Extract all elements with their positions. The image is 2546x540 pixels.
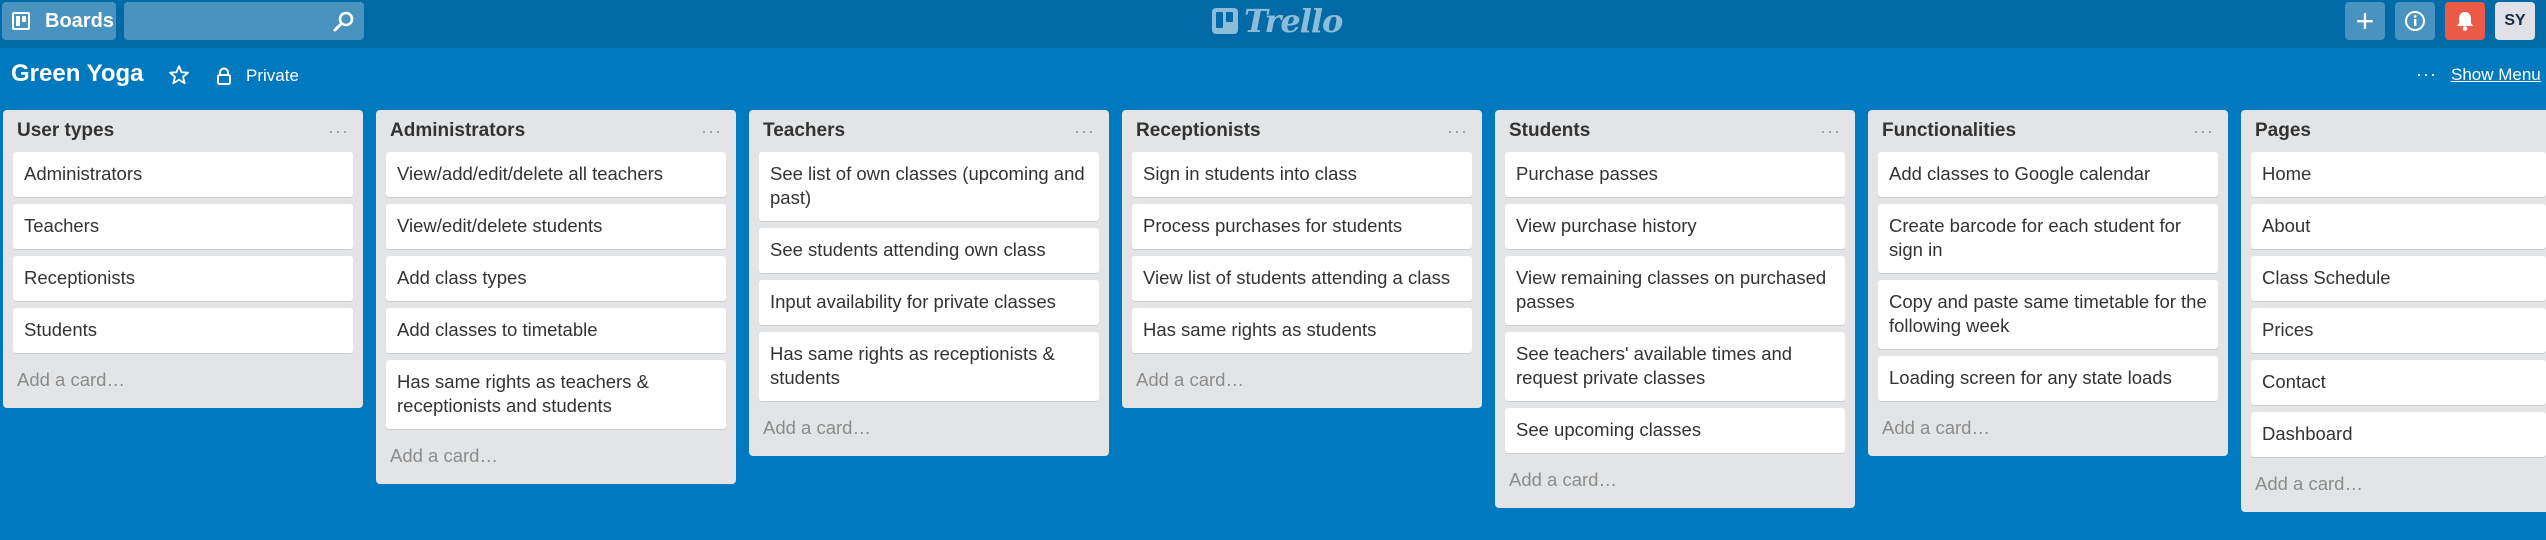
card[interactable]: Administrators [13, 152, 353, 197]
lock-icon [217, 67, 231, 85]
list-administrators: Administrators ··· View/add/edit/delete … [376, 110, 736, 484]
list-header[interactable]: Students ··· [1505, 110, 1845, 152]
card[interactable]: Contact [2251, 360, 2546, 405]
board-title[interactable]: Green Yoga [11, 60, 144, 88]
card[interactable]: Add class types [386, 256, 726, 301]
card[interactable]: See list of own classes (upcoming and pa… [759, 152, 1099, 221]
more-icon: ··· [2416, 64, 2437, 84]
list-students: Students ··· Purchase passes View purcha… [1495, 110, 1855, 508]
card[interactable]: View remaining classes on purchased pass… [1505, 256, 1845, 325]
card[interactable]: Sign in students into class [1132, 152, 1472, 197]
star-icon[interactable] [168, 64, 190, 86]
card[interactable]: View purchase history [1505, 204, 1845, 249]
card[interactable]: Receptionists [13, 256, 353, 301]
list-title[interactable]: User types [17, 120, 114, 142]
trello-logo-text: Trello [1244, 2, 1343, 40]
list-receptionists: Receptionists ··· Sign in students into … [1122, 110, 1482, 408]
avatar[interactable]: SY [2495, 2, 2535, 40]
card[interactable]: View list of students attending a class [1132, 256, 1472, 301]
card[interactable]: Prices [2251, 308, 2546, 353]
list-title[interactable]: Receptionists [1136, 120, 1261, 142]
card[interactable]: See upcoming classes [1505, 408, 1845, 453]
list-teachers: Teachers ··· See list of own classes (up… [749, 110, 1109, 456]
notifications-button[interactable] [2445, 2, 2485, 40]
card[interactable]: View/edit/delete students [386, 204, 726, 249]
card[interactable]: Add classes to timetable [386, 308, 726, 353]
list-functionalities: Functionalities ··· Add classes to Googl… [1868, 110, 2228, 456]
add-card-button[interactable]: Add a card… [1878, 408, 2218, 456]
card[interactable]: View/add/edit/delete all teachers [386, 152, 726, 197]
card[interactable]: Class Schedule [2251, 256, 2546, 301]
list-header[interactable]: Functionalities ··· [1878, 110, 2218, 152]
info-button[interactable] [2395, 2, 2435, 40]
card[interactable]: Teachers [13, 204, 353, 249]
bell-icon [2457, 12, 2473, 31]
add-card-button[interactable]: Add a card… [2251, 464, 2546, 512]
plus-icon: + [2355, 2, 2375, 39]
card[interactable]: See students attending own class [759, 228, 1099, 273]
search-input[interactable] [124, 2, 364, 40]
card[interactable]: Add classes to Google calendar [1878, 152, 2218, 197]
avatar-initials: SY [2504, 12, 2526, 29]
list-menu-icon[interactable]: ··· [1820, 121, 1841, 142]
list-menu-icon[interactable]: ··· [328, 121, 349, 142]
add-card-button[interactable]: Add a card… [13, 360, 353, 408]
visibility-button[interactable]: Private [216, 64, 299, 88]
show-menu-button[interactable]: ··· Show Menu [2416, 64, 2541, 85]
list-user-types: User types ··· Administrators Teachers R… [3, 110, 363, 408]
visibility-label: Private [246, 66, 299, 85]
list-title[interactable]: Teachers [763, 120, 845, 142]
card[interactable]: Purchase passes [1505, 152, 1845, 197]
info-icon [2405, 11, 2425, 31]
top-header: Boards Trello + SY [0, 0, 2546, 48]
add-card-button[interactable]: Add a card… [1132, 360, 1472, 408]
boards-icon [12, 12, 30, 30]
card[interactable]: About [2251, 204, 2546, 249]
list-menu-icon[interactable]: ··· [1074, 121, 1095, 142]
card[interactable]: Home [2251, 152, 2546, 197]
list-title[interactable]: Administrators [390, 120, 525, 142]
search-icon[interactable] [332, 10, 356, 34]
card[interactable]: Copy and paste same timetable for the fo… [1878, 280, 2218, 349]
list-header[interactable]: Pages [2251, 110, 2546, 152]
add-card-button[interactable]: Add a card… [386, 436, 726, 484]
card[interactable]: Has same rights as teachers & receptioni… [386, 360, 726, 429]
list-header[interactable]: Administrators ··· [386, 110, 726, 152]
list-header[interactable]: User types ··· [13, 110, 353, 152]
list-header[interactable]: Teachers ··· [759, 110, 1099, 152]
trello-logo[interactable]: Trello [1212, 2, 1343, 40]
list-title[interactable]: Students [1509, 120, 1590, 142]
card[interactable]: Create barcode for each student for sign… [1878, 204, 2218, 273]
list-menu-icon[interactable]: ··· [701, 121, 722, 142]
list-title[interactable]: Pages [2255, 120, 2311, 142]
add-card-button[interactable]: Add a card… [1505, 460, 1845, 508]
card[interactable]: Loading screen for any state loads [1878, 356, 2218, 401]
boards-button[interactable]: Boards [2, 2, 116, 40]
add-button[interactable]: + [2345, 2, 2385, 40]
card[interactable]: Students [13, 308, 353, 353]
card[interactable]: Has same rights as receptionists & stude… [759, 332, 1099, 401]
list-menu-icon[interactable]: ··· [1447, 121, 1468, 142]
boards-button-label: Boards [45, 9, 114, 32]
list-title[interactable]: Functionalities [1882, 120, 2016, 142]
list-menu-icon[interactable]: ··· [2193, 121, 2214, 142]
trello-logo-icon [1212, 8, 1238, 34]
list-pages: Pages Home About Class Schedule Prices C… [2241, 110, 2546, 512]
card[interactable]: See teachers' available times and reques… [1505, 332, 1845, 401]
add-card-button[interactable]: Add a card… [759, 408, 1099, 456]
card[interactable]: Dashboard [2251, 412, 2546, 457]
card[interactable]: Has same rights as students [1132, 308, 1472, 353]
show-menu-label: Show Menu [2450, 64, 2541, 84]
card[interactable]: Process purchases for students [1132, 204, 1472, 249]
card[interactable]: Input availability for private classes [759, 280, 1099, 325]
list-header[interactable]: Receptionists ··· [1132, 110, 1472, 152]
